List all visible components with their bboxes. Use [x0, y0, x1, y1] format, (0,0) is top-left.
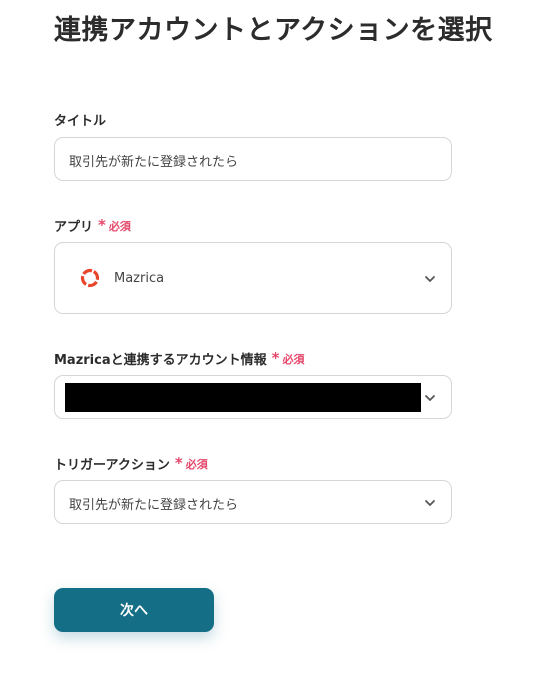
next-button-label: 次へ [120, 603, 148, 619]
required-badge: * 必須 [98, 218, 131, 234]
redacted-account-value [65, 383, 421, 412]
account-select[interactable] [54, 375, 452, 419]
required-badge: * 必須 [175, 456, 208, 472]
account-field-label: Mazricaと連携するアカウント情報 * 必須 [54, 349, 305, 369]
chevron-down-icon [425, 500, 435, 506]
required-text: 必須 [108, 219, 131, 233]
mazrica-logo-icon [80, 268, 100, 288]
app-field-label-text: アプリ [54, 220, 94, 235]
required-text: 必須 [185, 457, 208, 471]
required-text: 必須 [282, 352, 305, 366]
required-asterisk-icon: * [98, 216, 106, 234]
account-field-label-text: Mazricaと連携するアカウント情報 [54, 353, 267, 368]
title-field-label: タイトル [54, 110, 106, 129]
title-field-label-text: タイトル [54, 114, 107, 129]
app-field-label: アプリ * 必須 [54, 216, 131, 236]
app-select-value: Mazrica [114, 271, 165, 286]
chevron-down-icon [425, 395, 435, 401]
required-badge: * 必須 [272, 351, 305, 367]
chevron-down-icon [425, 276, 435, 282]
title-input[interactable]: 取引先が新たに登録されたら [54, 137, 452, 181]
page-title: 連携アカウントとアクションを選択 [54, 15, 493, 46]
trigger-action-select[interactable]: 取引先が新たに登録されたら [54, 480, 452, 524]
next-button[interactable]: 次へ [54, 588, 214, 632]
trigger-field-label: トリガーアクション * 必須 [54, 454, 208, 474]
trigger-action-value: 取引先が新たに登録されたら [69, 498, 239, 513]
required-asterisk-icon: * [271, 349, 280, 367]
app-select[interactable]: Mazrica [54, 242, 452, 314]
trigger-field-label-text: トリガーアクション [54, 458, 170, 473]
title-input-value: 取引先が新たに登録されたら [69, 155, 239, 170]
required-asterisk-icon: * [174, 454, 183, 472]
